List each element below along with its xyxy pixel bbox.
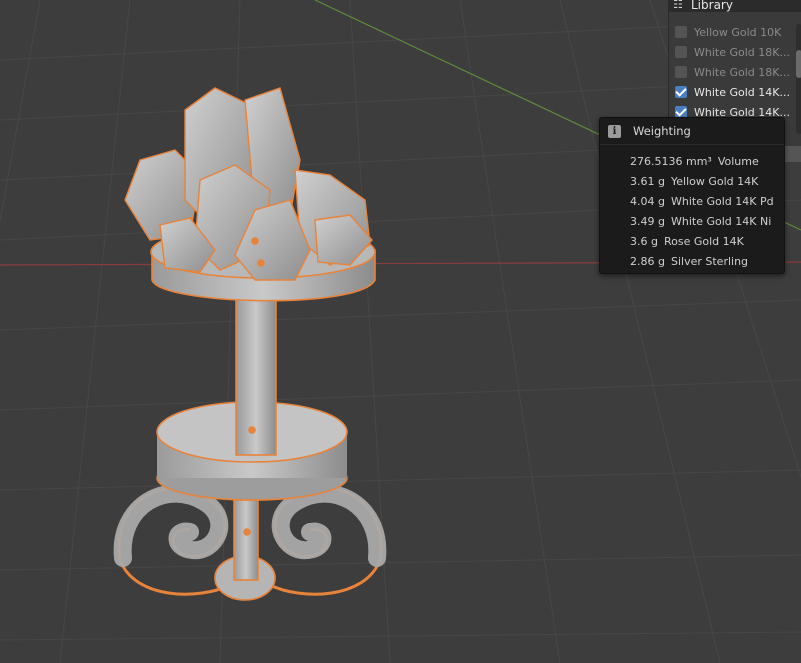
library-item-label: White Gold 14K... bbox=[694, 85, 790, 99]
library-title: Library bbox=[691, 0, 733, 12]
weighting-value: 3.61 g bbox=[630, 174, 665, 188]
weighting-row: 2.86 g Silver Sterling bbox=[630, 251, 784, 271]
weighting-label: Yellow Gold 14K bbox=[670, 174, 759, 188]
panel-tab[interactable] bbox=[783, 146, 801, 162]
weighting-label: White Gold 14K Pd bbox=[670, 194, 774, 208]
library-scrollbar-track[interactable] bbox=[796, 24, 801, 134]
library-header: ☷ Library bbox=[669, 0, 801, 12]
library-list: Yellow Gold 10K White Gold 18K... White … bbox=[669, 22, 793, 122]
weighting-row: 3.6 g Rose Gold 14K bbox=[630, 231, 784, 251]
weighting-label: Silver Sterling bbox=[670, 254, 749, 268]
weighting-row: 4.04 g White Gold 14K Pd bbox=[630, 191, 784, 211]
book-icon: ☷ bbox=[673, 0, 683, 11]
weighting-label: Rose Gold 14K bbox=[663, 234, 744, 248]
info-icon: i bbox=[608, 124, 621, 138]
weighting-list: 276.5136 mm³ Volume 3.61 g Yellow Gold 1… bbox=[600, 145, 784, 271]
weighting-label: Volume bbox=[717, 154, 759, 168]
weighting-value: 2.86 g bbox=[630, 254, 665, 268]
checkbox[interactable] bbox=[675, 26, 687, 38]
library-scrollbar-thumb[interactable] bbox=[796, 50, 801, 78]
library-item[interactable]: White Gold 14K... bbox=[669, 82, 793, 102]
library-item-label: Yellow Gold 10K bbox=[694, 25, 782, 39]
library-item-label: White Gold 18K... bbox=[694, 45, 790, 59]
pendant-model[interactable] bbox=[113, 87, 387, 601]
weighting-row: 3.49 g White Gold 14K Ni bbox=[630, 211, 784, 231]
weighting-header: i Weighting bbox=[600, 118, 784, 145]
weighting-value: 276.5136 mm³ bbox=[630, 154, 712, 168]
checkbox[interactable] bbox=[675, 46, 687, 58]
library-item[interactable]: White Gold 18K... bbox=[669, 42, 793, 62]
weighting-value: 3.49 g bbox=[630, 214, 665, 228]
checkbox-checked[interactable] bbox=[675, 86, 687, 98]
library-item[interactable]: Yellow Gold 10K bbox=[669, 22, 793, 42]
weighting-label: White Gold 14K Ni bbox=[670, 214, 772, 228]
weighting-value: 4.04 g bbox=[630, 194, 665, 208]
library-item-label: White Gold 18K... bbox=[694, 65, 790, 79]
checkbox[interactable] bbox=[675, 66, 687, 78]
weighting-row: 3.61 g Yellow Gold 14K bbox=[630, 171, 784, 191]
weighting-row: 276.5136 mm³ Volume bbox=[630, 151, 784, 171]
weighting-title: Weighting bbox=[633, 124, 691, 138]
weighting-value: 3.6 g bbox=[630, 234, 658, 248]
library-item[interactable]: White Gold 18K... bbox=[669, 62, 793, 82]
weighting-tooltip: i Weighting 276.5136 mm³ Volume 3.61 g Y… bbox=[599, 117, 785, 274]
